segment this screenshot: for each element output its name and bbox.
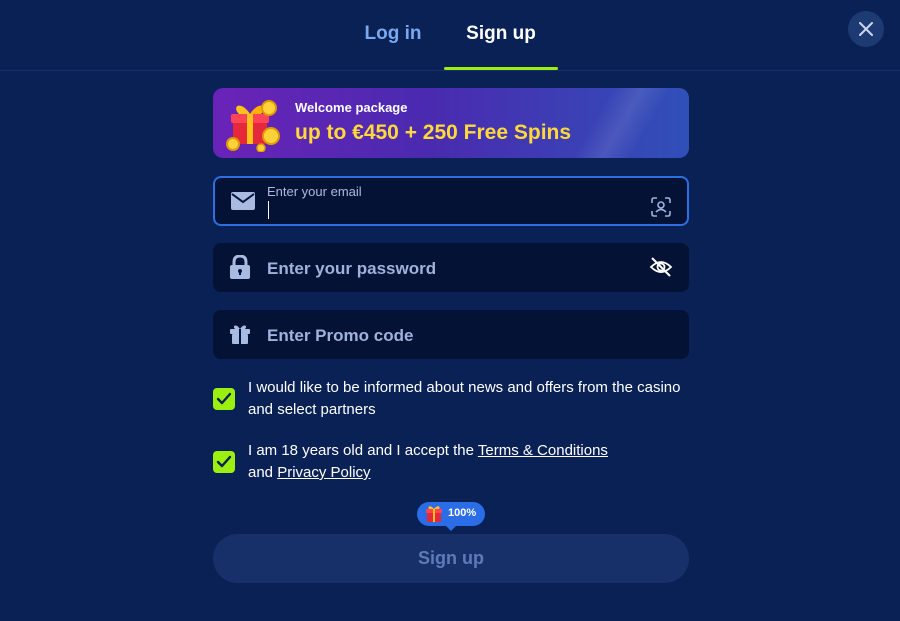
mail-icon (231, 192, 255, 210)
welcome-package-banner: Welcome package up to €450 + 250 Free Sp… (213, 88, 689, 158)
bonus-progress-label: 100% (448, 507, 477, 519)
news-consent-text: I would like to be informed about news a… (248, 379, 681, 418)
checkmark-icon (216, 392, 232, 405)
tab-sign-up[interactable]: Sign up (445, 22, 557, 46)
promo-subtitle: Welcome package (295, 100, 408, 115)
eye-off-icon[interactable] (649, 255, 673, 279)
age-consent-checkbox[interactable] (213, 451, 235, 473)
tab-log-in[interactable]: Log in (352, 22, 434, 46)
text-caret (268, 201, 269, 219)
active-tab-indicator (444, 67, 558, 70)
news-consent-row: I would like to be informed about news a… (213, 377, 693, 421)
gift-box-icon (226, 100, 280, 152)
age-consent-middle: and (248, 464, 278, 481)
terms-link[interactable]: Terms & Conditions (478, 442, 608, 459)
face-scan-icon[interactable] (651, 197, 671, 217)
email-label: Enter your email (267, 184, 362, 199)
password-input[interactable] (265, 243, 629, 294)
gift-box-icon (426, 506, 442, 522)
age-consent-prefix: I am 18 years old and I accept the (248, 442, 478, 459)
lock-icon (230, 255, 250, 279)
promo-code-input[interactable] (265, 310, 629, 361)
age-consent-text: I am 18 years old and I accept the Terms… (248, 440, 693, 484)
checkmark-icon (216, 455, 232, 468)
news-consent-checkbox[interactable] (213, 388, 235, 410)
sign-up-button[interactable]: Sign up (213, 534, 689, 583)
privacy-link[interactable]: Privacy Policy (277, 464, 370, 481)
bonus-progress-badge: 100% (417, 502, 485, 531)
promo-code-field[interactable] (213, 310, 689, 361)
auth-tabs: Log in Sign up (0, 0, 900, 71)
age-consent-row: I am 18 years old and I accept the Terms… (213, 440, 693, 484)
close-button[interactable] (848, 11, 884, 47)
close-icon (859, 22, 873, 36)
email-field[interactable]: Enter your email (213, 176, 689, 226)
gift-icon (230, 325, 250, 344)
password-field[interactable] (213, 243, 689, 294)
promo-headline: up to €450 + 250 Free Spins (295, 121, 572, 144)
